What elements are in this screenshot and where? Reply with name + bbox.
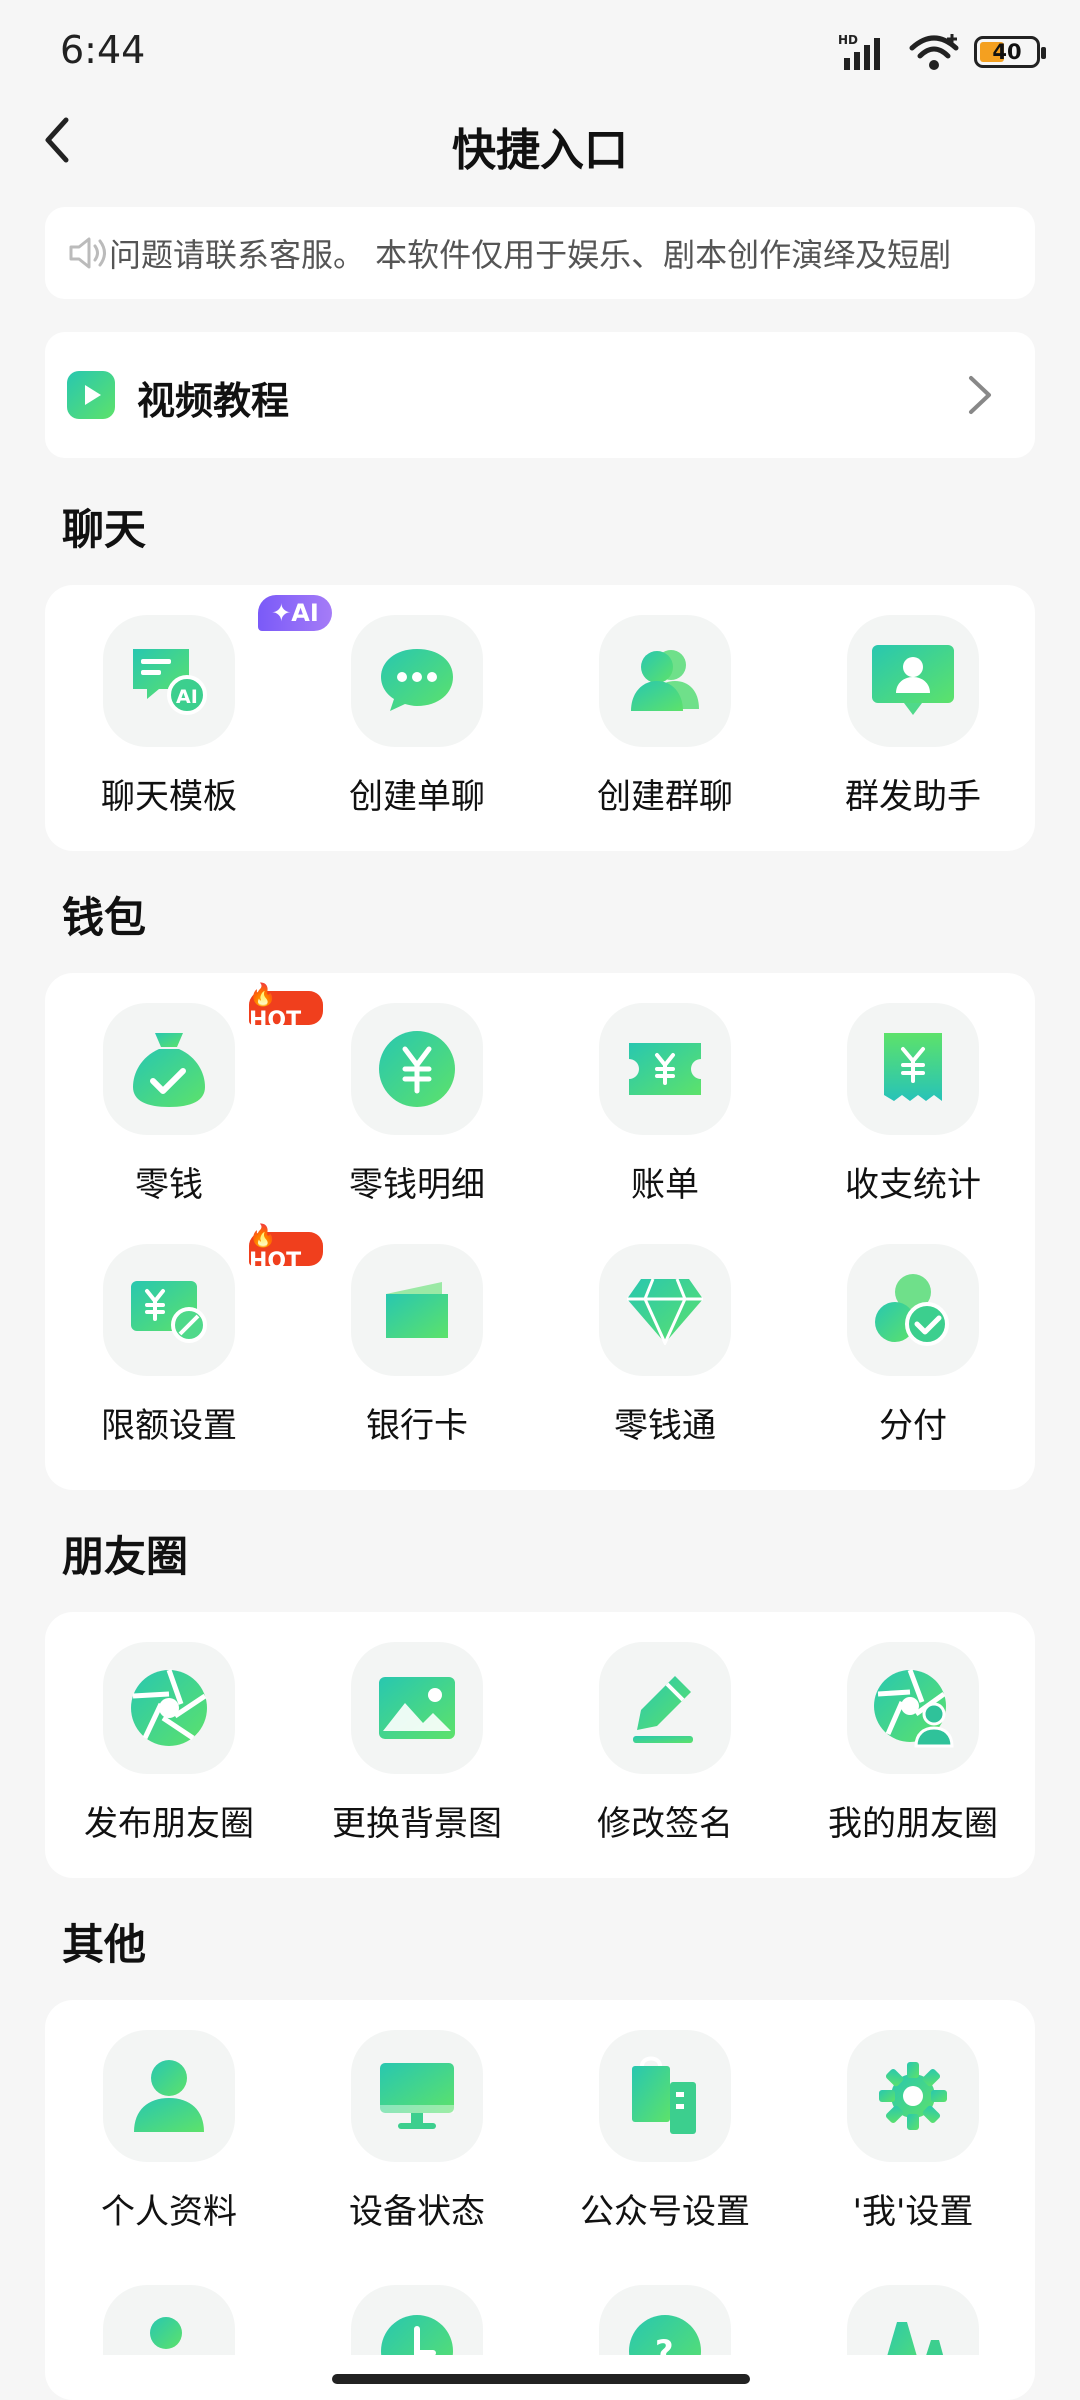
section-title-moments: 朋友圈: [39, 1523, 188, 1584]
shortcut-create-group-chat[interactable]: 创建群聊: [541, 615, 789, 818]
shortcut-partial-1[interactable]: [45, 2285, 293, 2355]
my-moments-icon: [874, 1669, 954, 1748]
status-time: 6:44: [60, 28, 146, 72]
battery-icon: 40: [974, 36, 1046, 68]
shortcut-bill[interactable]: 账单: [541, 1003, 789, 1206]
wallet-card: 🔥HOT 零钱 零钱明细 账单 收支统计 🔥HOT 限额设置 银行卡 零钱通 分…: [45, 973, 1035, 1490]
diamond-icon: [627, 1278, 703, 1345]
clock-icon: [381, 2315, 453, 2355]
receipt-icon: [884, 1033, 942, 1101]
video-tutorial-label: 视频教程: [137, 379, 290, 423]
shortcut-change[interactable]: 🔥HOT 零钱: [45, 983, 323, 1206]
broadcast-assistant-icon: [872, 645, 954, 715]
nav-bar: 快捷入口: [0, 100, 1080, 180]
status-icons: HD 40: [838, 32, 1046, 72]
svg-text:AI: AI: [176, 686, 198, 708]
person-profile-icon: [134, 2060, 204, 2132]
svg-text:?: ?: [655, 2333, 674, 2355]
video-play-icon: [67, 371, 115, 419]
shortcut-income-expense-stats[interactable]: 收支统计: [789, 1003, 1037, 1206]
moments-shutter-icon: [131, 1669, 207, 1746]
shortcut-personal-profile[interactable]: 个人资料: [45, 2030, 293, 2233]
group-people-icon: [631, 650, 699, 711]
help-icon: ?: [629, 2315, 701, 2355]
shortcut-me-settings[interactable]: '我'设置: [789, 2030, 1037, 2233]
notice-banner[interactable]: 问题请联系客服。 本软件仅用于娱乐、剧本创作演绎及短剧: [45, 207, 1035, 299]
shortcut-change-background[interactable]: 更换背景图: [293, 1642, 541, 1845]
shortcut-chat-template[interactable]: AI ✦AI 聊天模板: [45, 595, 332, 818]
signal-icon: HD: [838, 33, 880, 70]
section-title-wallet: 钱包: [39, 884, 146, 945]
page-title: 快捷入口: [452, 125, 628, 176]
pencil-edit-icon: [633, 1676, 693, 1743]
bank-card-icon: [386, 1282, 448, 1338]
shortcut-partial-4[interactable]: [789, 2285, 1035, 2355]
shortcut-my-moments[interactable]: 我的朋友圈: [789, 1642, 1037, 1845]
notice-text: 问题请联系客服。 本软件仅用于娱乐、剧本创作演绎及短剧: [109, 236, 952, 274]
person-add-icon: [150, 2317, 182, 2349]
chat-card: AI ✦AI 聊天模板 创建单聊 创建群聊 群发助手: [45, 585, 1035, 851]
official-account-icon: [632, 2056, 696, 2134]
home-indicator[interactable]: [332, 2374, 750, 2384]
shortcut-publish-moments[interactable]: 发布朋友圈: [45, 1642, 293, 1845]
shortcut-change-details[interactable]: 零钱明细: [293, 1003, 541, 1206]
status-bar: 6:44 HD 40: [0, 0, 1080, 100]
battery-level: 40: [992, 40, 1022, 64]
shortcut-official-account-settings[interactable]: 公众号设置: [541, 2030, 789, 2233]
shortcut-device-status[interactable]: 设备状态: [293, 2030, 541, 2233]
partial-row-clip: ?: [45, 2285, 1035, 2355]
video-tutorial-row[interactable]: 视频教程: [45, 332, 1035, 458]
chevron-right-icon: [969, 376, 991, 414]
section-title-chat: 聊天: [39, 496, 146, 557]
shortcut-installment-pay[interactable]: 分付: [789, 1244, 1037, 1447]
shortcut-bank-card[interactable]: 银行卡: [293, 1244, 541, 1447]
monitor-device-icon: [380, 2063, 454, 2129]
installment-pay-icon: [875, 1274, 949, 1346]
chat-template-ai-icon: AI: [133, 649, 207, 715]
shortcut-partial-2[interactable]: [293, 2285, 541, 2355]
shortcut-limit-settings[interactable]: 🔥HOT 限额设置: [45, 1224, 323, 1447]
shortcut-broadcast-assistant[interactable]: 群发助手: [789, 615, 1037, 818]
chat-bubble-icon: [381, 649, 453, 711]
wifi-icon: [909, 34, 959, 70]
bill-ticket-icon: [629, 1043, 701, 1095]
shortcut-change-pass[interactable]: 零钱通: [541, 1244, 789, 1447]
yuan-coin-icon: [379, 1031, 455, 1107]
font-size-icon: [887, 2322, 944, 2355]
image-background-icon: [379, 1677, 455, 1739]
limit-card-icon: [131, 1281, 207, 1343]
shortcut-partial-3[interactable]: ?: [541, 2285, 789, 2355]
shortcut-edit-signature[interactable]: 修改签名: [541, 1642, 789, 1845]
speaker-icon: [69, 237, 106, 269]
money-bag-icon: [133, 1033, 205, 1107]
shortcut-create-single-chat[interactable]: 创建单聊: [293, 615, 541, 818]
section-title-other: 其他: [39, 1911, 146, 1972]
moments-card: 发布朋友圈 更换背景图 修改签名 我的朋友圈: [45, 1612, 1035, 1878]
settings-gear-icon: [879, 2062, 947, 2130]
network-label: HD: [838, 33, 858, 47]
